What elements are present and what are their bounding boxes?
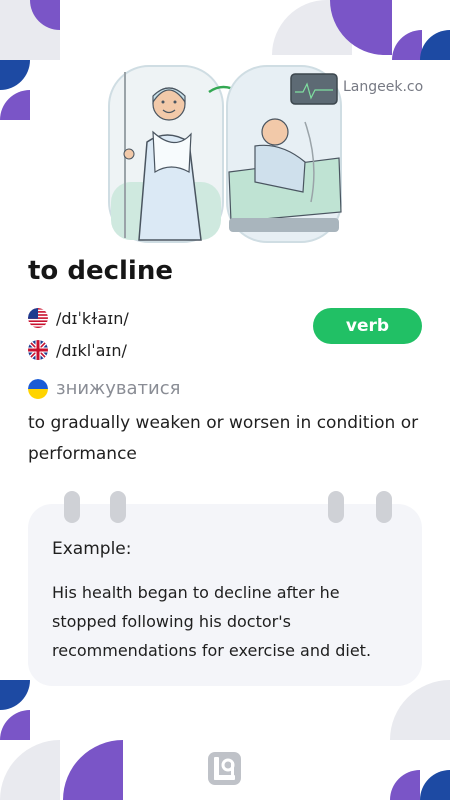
corner-decoration <box>63 740 123 800</box>
translation-text: знижуватися <box>56 378 181 399</box>
example-label: Example: <box>52 539 132 559</box>
pronunciation-uk-ipa: /dɪklˈaɪn/ <box>56 340 127 360</box>
binder-ring <box>328 491 344 523</box>
pronunciation-us-ipa: /dɪˈkɫaɪn/ <box>56 308 129 328</box>
corner-decoration <box>390 680 450 740</box>
us-flag-icon <box>28 308 48 328</box>
pronunciation-us[interactable]: /dɪˈkɫaɪn/ <box>28 308 129 328</box>
translation: знижуватися <box>28 378 180 399</box>
uk-flag-icon <box>28 340 48 360</box>
corner-decoration <box>0 680 30 710</box>
pronunciation-uk[interactable]: /dɪklˈaɪn/ <box>28 340 127 360</box>
healthy-patient-panel <box>108 65 224 243</box>
binder-ring <box>110 491 126 523</box>
ukraine-flag-icon <box>28 378 48 399</box>
hero-illustration <box>108 65 342 243</box>
corner-decoration <box>0 740 60 800</box>
langeek-logo-icon <box>208 752 241 785</box>
corner-decoration <box>0 60 30 90</box>
part-of-speech-badge: verb <box>313 308 422 344</box>
corner-decoration <box>0 710 30 740</box>
sick-patient-panel <box>226 65 342 243</box>
corner-decoration <box>0 90 30 120</box>
corner-decoration <box>420 30 450 60</box>
binder-ring <box>64 491 80 523</box>
corner-decoration <box>390 770 420 800</box>
example-sentence: His health began to decline after he sto… <box>52 583 372 660</box>
corner-decoration <box>420 770 450 800</box>
headword: to decline <box>28 256 173 286</box>
definition: to gradually weaken or worsen in conditi… <box>28 413 419 464</box>
binder-ring <box>376 491 392 523</box>
brand-watermark: Langeek.co <box>343 79 424 95</box>
corner-decoration <box>392 30 422 60</box>
